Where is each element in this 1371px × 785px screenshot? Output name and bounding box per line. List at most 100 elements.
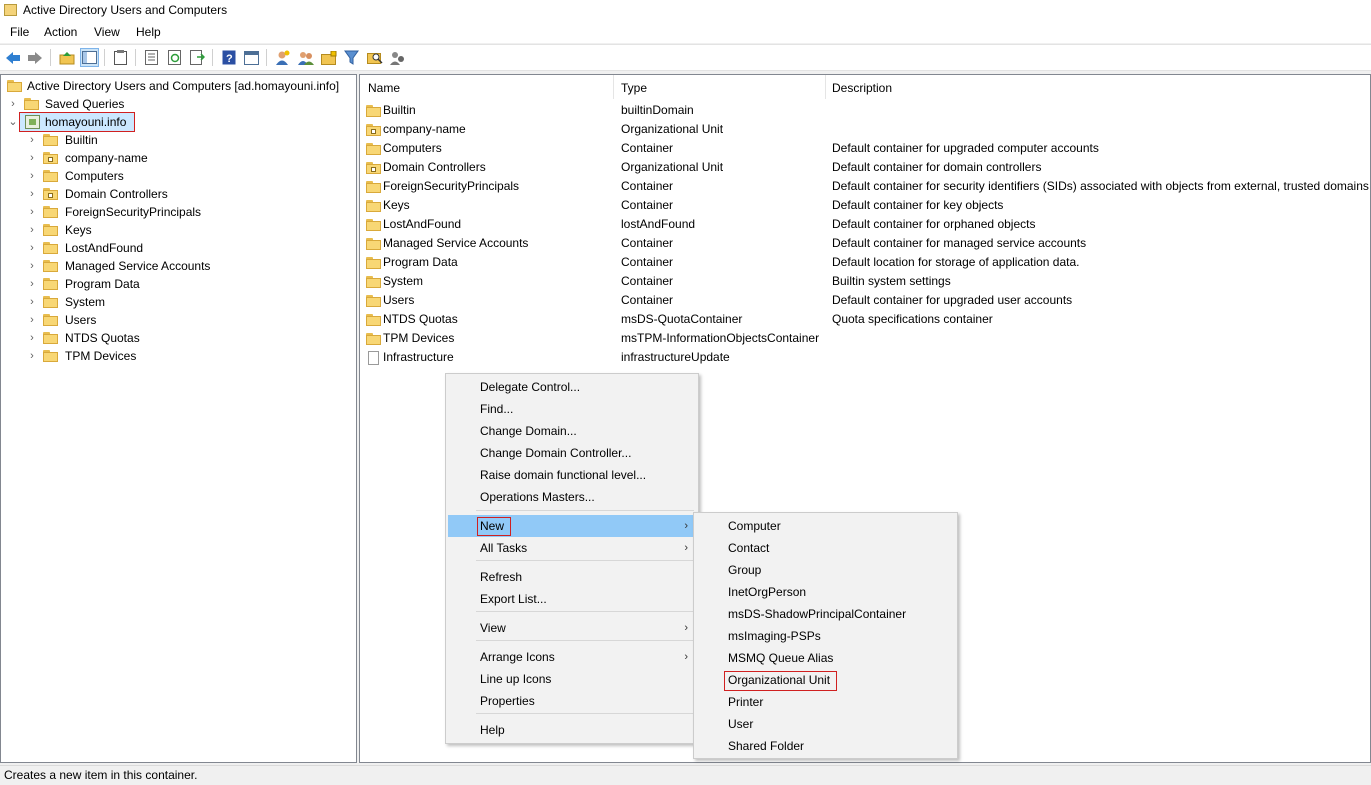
add-user-icon[interactable] <box>274 49 291 66</box>
console-icon[interactable] <box>243 49 260 66</box>
new-submenu-item-group[interactable]: Group <box>696 559 955 581</box>
list-item[interactable]: LostAndFound lostAndFound Default containe… <box>360 215 1370 234</box>
chevron-down-icon[interactable]: ⌄ <box>8 113 18 131</box>
chevron-right-icon[interactable]: › <box>27 131 37 149</box>
list-header: Name Type Description <box>360 75 1370 99</box>
list-item[interactable]: Builtin builtinDomain <box>360 101 1370 120</box>
chevron-right-icon[interactable]: › <box>8 95 18 113</box>
tree-item-users[interactable]: › Users <box>1 311 341 329</box>
chevron-right-icon[interactable]: › <box>27 239 37 257</box>
new-submenu-item-msds-shadowprincipalcontainer[interactable]: msDS-ShadowPrincipalContainer <box>696 603 955 625</box>
chevron-right-icon[interactable]: › <box>27 347 37 365</box>
menu-help[interactable]: Help <box>136 25 161 39</box>
tree-item-managed-service-accounts[interactable]: › Managed Service Accounts <box>1 257 341 275</box>
context-menu-item-properties[interactable]: Properties <box>448 690 696 712</box>
chevron-right-icon[interactable]: › <box>27 167 37 185</box>
console-tree-pane[interactable]: Active Directory Users and Computers [ad… <box>0 74 357 763</box>
up-folder-icon[interactable] <box>58 49 75 66</box>
chevron-right-icon[interactable]: › <box>27 149 37 167</box>
new-submenu-item-contact[interactable]: Contact <box>696 537 955 559</box>
tree-item-computers[interactable]: › Computers <box>1 167 341 185</box>
column-header-name[interactable]: Name <box>368 81 400 95</box>
context-menu-item-all-tasks[interactable]: All Tasks › <box>448 537 696 559</box>
context-menu-item-raise-domain-functional-level[interactable]: Raise domain functional level... <box>448 464 696 486</box>
list-item[interactable]: Program Data Container Default location fo… <box>360 253 1370 272</box>
list-item[interactable]: TPM Devices msTPM-InformationObjectsConta… <box>360 329 1370 348</box>
tree-item-foreignsecurityprincipals[interactable]: › ForeignSecurityPrincipals <box>1 203 341 221</box>
list-item[interactable]: NTDS Quotas msDS-QuotaContainer Quota spec… <box>360 310 1370 329</box>
tree-item-builtin[interactable]: › Builtin <box>1 131 341 149</box>
add-ou-icon[interactable] <box>320 49 337 66</box>
new-submenu-item-user[interactable]: User <box>696 713 955 735</box>
refresh-icon[interactable] <box>166 49 183 66</box>
list-item[interactable]: System Container Builtin system settings <box>360 272 1370 291</box>
column-header-description[interactable]: Description <box>832 81 892 95</box>
list-item[interactable]: Infrastructure infrastructureUpdate <box>360 348 1370 367</box>
new-submenu-item-shared-folder[interactable]: Shared Folder <box>696 735 955 757</box>
tree-item-domain[interactable]: ⌄ homayouni.info <box>1 112 341 132</box>
context-menu-item-help[interactable]: Help <box>448 719 696 741</box>
list-item[interactable]: company-name Organizational Unit <box>360 120 1370 139</box>
column-header-type[interactable]: Type <box>621 81 647 95</box>
status-text: Creates a new item in this container. <box>4 768 198 782</box>
menu-view[interactable]: View <box>94 25 120 39</box>
new-submenu-item-printer[interactable]: Printer <box>696 691 955 713</box>
help-icon[interactable]: ? <box>220 49 237 66</box>
back-arrow-icon[interactable] <box>4 49 21 66</box>
title-bar: Active Directory Users and Computers <box>0 0 1371 22</box>
context-menu-item-export-list[interactable]: Export List... <box>448 588 696 610</box>
new-submenu-item-msmq-queue-alias[interactable]: MSMQ Queue Alias <box>696 647 955 669</box>
show-hide-tree-icon[interactable] <box>80 48 99 67</box>
tree-item-program-data[interactable]: › Program Data <box>1 275 341 293</box>
chevron-right-icon[interactable]: › <box>27 275 37 293</box>
context-menu-item-new[interactable]: New › <box>448 515 696 537</box>
list-item[interactable]: Users Container Default container for upgr… <box>360 291 1370 310</box>
chevron-right-icon[interactable]: › <box>27 329 37 347</box>
tree-item-keys[interactable]: › Keys <box>1 221 341 239</box>
properties-icon[interactable] <box>143 49 160 66</box>
context-menu-item-refresh[interactable]: Refresh <box>448 566 696 588</box>
forward-arrow-icon[interactable] <box>26 49 43 66</box>
cell-name: Builtin <box>383 103 416 117</box>
cell-type: Organizational Unit <box>621 160 724 174</box>
chevron-right-icon[interactable]: › <box>27 185 37 203</box>
context-menu-item-view[interactable]: View › <box>448 617 696 639</box>
tree-item-company-name[interactable]: › company-name <box>1 149 341 167</box>
filter-icon[interactable] <box>343 49 360 66</box>
find-icon[interactable] <box>366 49 383 66</box>
chevron-right-icon[interactable]: › <box>27 293 37 311</box>
list-item[interactable]: Managed Service Accounts Container Default… <box>360 234 1370 253</box>
list-item[interactable]: ForeignSecurityPrincipals Container Defaul… <box>360 177 1370 196</box>
new-submenu-item-msimaging-psps[interactable]: msImaging-PSPs <box>696 625 955 647</box>
list-item[interactable]: Domain Controllers Organizational Unit Def… <box>360 158 1370 177</box>
context-menu-item-change-domain-controller[interactable]: Change Domain Controller... <box>448 442 696 464</box>
chevron-right-icon[interactable]: › <box>27 257 37 275</box>
clipboard-icon[interactable] <box>112 49 129 66</box>
tree-item-ntds-quotas[interactable]: › NTDS Quotas <box>1 329 341 347</box>
list-item[interactable]: Keys Container Default container for key o… <box>360 196 1370 215</box>
chevron-right-icon[interactable]: › <box>27 203 37 221</box>
tree-item-system[interactable]: › System <box>1 293 341 311</box>
new-submenu-item-inetorgperson[interactable]: InetOrgPerson <box>696 581 955 603</box>
add-group-icon[interactable] <box>297 49 314 66</box>
tree-root-item[interactable]: Active Directory Users and Computers [ad… <box>7 77 347 95</box>
context-menu-item-change-domain[interactable]: Change Domain... <box>448 420 696 442</box>
delegate-icon[interactable] <box>389 49 406 66</box>
menu-action[interactable]: Action <box>44 25 77 39</box>
tree-item-lostandfound[interactable]: › LostAndFound <box>1 239 341 257</box>
tree-item-saved-queries[interactable]: › Saved Queries <box>1 95 341 113</box>
context-menu-item-line-up-icons[interactable]: Line up Icons <box>448 668 696 690</box>
tree-item-domain-controllers[interactable]: › Domain Controllers <box>1 185 341 203</box>
export-list-icon[interactable] <box>189 49 206 66</box>
context-menu-item-delegate-control[interactable]: Delegate Control... <box>448 376 696 398</box>
chevron-right-icon[interactable]: › <box>27 221 37 239</box>
new-submenu-item-organizational-unit[interactable]: Organizational Unit <box>696 669 955 691</box>
chevron-right-icon[interactable]: › <box>27 311 37 329</box>
menu-file[interactable]: File <box>10 25 29 39</box>
context-menu-item-arrange-icons[interactable]: Arrange Icons › <box>448 646 696 668</box>
tree-item-tpm-devices[interactable]: › TPM Devices <box>1 347 341 365</box>
new-submenu-item-computer[interactable]: Computer <box>696 515 955 537</box>
context-menu-item-find[interactable]: Find... <box>448 398 696 420</box>
list-item[interactable]: Computers Container Default container for … <box>360 139 1370 158</box>
context-menu-item-operations-masters[interactable]: Operations Masters... <box>448 486 696 508</box>
